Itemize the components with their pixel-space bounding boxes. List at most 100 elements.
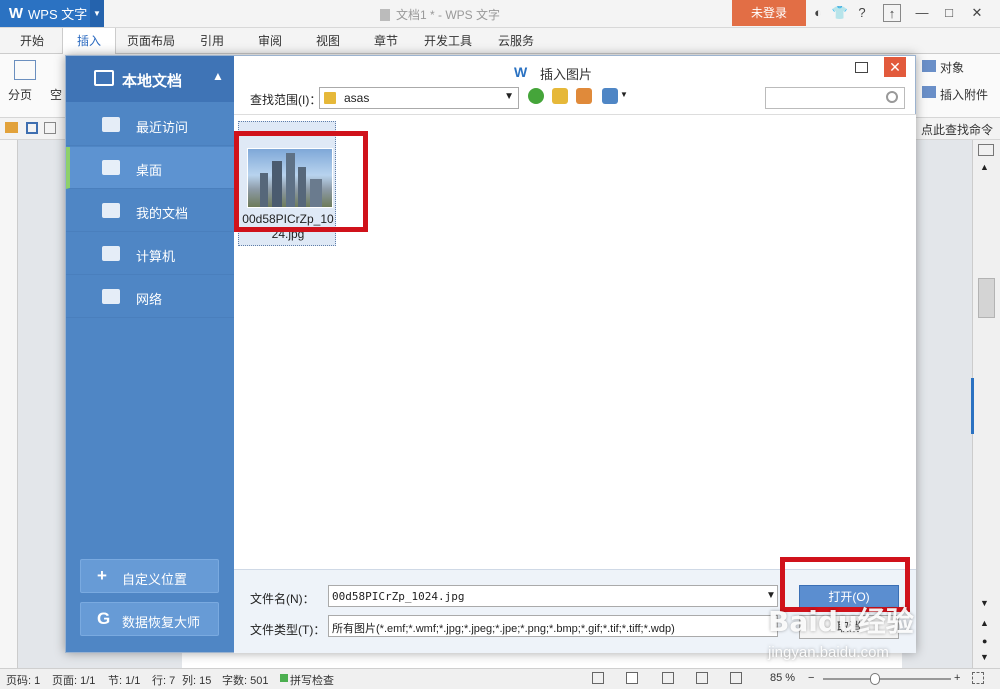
page-view-button[interactable] xyxy=(626,672,638,684)
network-icon xyxy=(102,289,120,304)
status-row: 行: 7 xyxy=(152,675,176,687)
blank-page-button[interactable]: 空 xyxy=(50,86,62,103)
document-icon xyxy=(380,9,390,21)
app-menu-button[interactable]: W WPS 文字 ▼ xyxy=(0,0,104,27)
page-view-icon[interactable] xyxy=(978,144,994,156)
app-name: WPS 文字 xyxy=(28,7,88,22)
dialog-sidebar: 本地文档 ▲ 最近访问 桌面 我的文档 计算机 网络 + 自定义位置 G 数据恢… xyxy=(66,56,234,652)
chevron-down-icon[interactable]: ▼ xyxy=(620,90,628,99)
reading-view-button[interactable] xyxy=(730,672,742,684)
sidebar-item-network[interactable]: 网络 xyxy=(66,276,234,318)
zoom-in-icon[interactable]: + xyxy=(954,672,960,684)
collapse-icon[interactable]: ▲ xyxy=(212,69,224,83)
scroll-thumb[interactable] xyxy=(978,278,995,318)
attachment-icon xyxy=(922,86,936,98)
search-input[interactable] xyxy=(765,87,905,109)
recovery-icon: G xyxy=(97,609,111,628)
filetype-label: 文件类型(T)： xyxy=(250,623,326,637)
sidebar-item-label: 计算机 xyxy=(136,249,176,264)
page-break-icon[interactable] xyxy=(14,60,36,80)
data-recovery-button[interactable]: G 数据恢复大师 xyxy=(80,602,219,636)
dialog-maximize-icon[interactable] xyxy=(855,62,868,73)
sidebar-item-computer[interactable]: 计算机 xyxy=(66,233,234,275)
object-button[interactable]: 对象 xyxy=(940,59,964,76)
page-break-button[interactable]: 分页 xyxy=(8,86,32,103)
zoom-out-icon[interactable]: − xyxy=(808,672,814,684)
status-word-count[interactable]: 字数: 501 xyxy=(222,672,268,688)
local-documents-header[interactable]: 本地文档 ▲ xyxy=(66,56,234,102)
zoom-slider-handle[interactable] xyxy=(870,673,880,685)
tab-references[interactable]: 引用 xyxy=(190,28,234,54)
minimize-icon[interactable]: — xyxy=(913,4,931,22)
tab-cloud-services[interactable]: 云服务 xyxy=(488,28,544,54)
recent-icon xyxy=(102,117,120,132)
view-menu-icon[interactable] xyxy=(602,88,618,104)
desktop-icon xyxy=(102,160,120,175)
shirt-icon[interactable]: 👕 xyxy=(830,4,850,22)
computer-icon xyxy=(102,246,120,261)
vertical-scrollbar[interactable]: ▲ ▼ ▲ ● ▼ xyxy=(971,140,1000,668)
sidebar-item-label: 我的文档 xyxy=(136,206,189,221)
login-button[interactable]: 未登录 xyxy=(732,0,806,26)
document-title: 文档1 * - WPS 文字 xyxy=(380,6,500,23)
tab-insert[interactable]: 插入 xyxy=(62,28,116,54)
tab-home[interactable]: 开始 xyxy=(10,28,54,54)
local-documents-label: 本地文档 xyxy=(122,73,183,90)
spellcheck-icon xyxy=(280,674,288,682)
fullscreen-icon[interactable] xyxy=(592,672,604,684)
fit-page-icon[interactable] xyxy=(972,672,984,684)
sidebar-item-recent[interactable]: 最近访问 xyxy=(66,104,234,146)
sidebar-item-label: 网络 xyxy=(136,292,163,307)
baidu-watermark: Baidu经验 jingyan.baidu.com xyxy=(768,600,988,670)
sidebar-item-my-documents[interactable]: 我的文档 xyxy=(66,190,234,232)
title-bar: W WPS 文字 ▼ 文档1 * - WPS 文字 未登录 ◐ 👕 ? ↑ — … xyxy=(0,0,1000,28)
outline-view-button[interactable] xyxy=(662,672,674,684)
spellcheck-toggle[interactable]: 拼写检查 xyxy=(290,672,334,688)
back-icon[interactable] xyxy=(528,88,544,104)
watermark-logo: Baidu经验 xyxy=(768,605,914,638)
sidebar-item-desktop[interactable]: 桌面 xyxy=(66,147,234,189)
insert-attachment-button[interactable]: 插入附件 xyxy=(940,86,988,103)
tab-view[interactable]: 视图 xyxy=(306,28,350,54)
print-icon[interactable] xyxy=(44,122,56,134)
status-page-code: 页码: 1 xyxy=(6,675,41,687)
upload-icon[interactable]: ↑ xyxy=(883,4,901,22)
help-icon[interactable]: ? xyxy=(853,4,871,22)
highlight-box-file xyxy=(234,131,368,232)
zoom-slider[interactable] xyxy=(823,678,951,680)
scroll-position-marker xyxy=(971,378,974,434)
tab-page-layout[interactable]: 页面布局 xyxy=(122,28,180,54)
custom-location-button[interactable]: + 自定义位置 xyxy=(80,559,219,593)
filename-label: 文件名(N)： xyxy=(250,592,315,606)
dialog-title: 插入图片 xyxy=(540,67,593,82)
scroll-up-icon[interactable]: ▲ xyxy=(980,162,989,172)
look-in-select[interactable]: asas ▼ xyxy=(319,87,519,109)
status-pages: 页面: 1/1 xyxy=(52,675,96,687)
skin-icon[interactable]: ◐ xyxy=(810,4,826,22)
filename-input[interactable]: 00d58PICrZp_1024.jpg xyxy=(328,585,778,607)
maximize-icon[interactable]: □ xyxy=(940,4,958,22)
filetype-select[interactable]: 所有图片(*.emf;*.wmf;*.jpg;*.jpeg;*.jpe;*.pn… xyxy=(328,615,778,637)
zoom-level[interactable]: 85 % xyxy=(770,672,795,684)
tab-review[interactable]: 审阅 xyxy=(248,28,292,54)
dialog-close-icon[interactable]: ✕ xyxy=(884,57,906,77)
search-icon[interactable] xyxy=(886,91,898,103)
monitor-icon xyxy=(94,70,114,86)
look-in-value: asas xyxy=(344,91,370,105)
wps-logo-icon: W xyxy=(8,4,24,22)
new-folder-icon[interactable] xyxy=(576,88,592,104)
look-in-label: 查找范围(I)： xyxy=(250,93,322,107)
sidebar-item-label: 最近访问 xyxy=(136,120,189,135)
chevron-down-icon[interactable]: ▼ xyxy=(504,91,514,102)
close-icon[interactable]: ✕ xyxy=(968,4,986,22)
open-folder-icon[interactable] xyxy=(5,122,18,133)
up-folder-icon[interactable] xyxy=(552,88,568,104)
tab-developer[interactable]: 开发工具 xyxy=(418,28,478,54)
status-section: 节: 1/1 xyxy=(108,675,141,687)
tab-chapter[interactable]: 章节 xyxy=(364,28,408,54)
save-icon[interactable] xyxy=(26,122,38,134)
chevron-down-icon[interactable]: ▼ xyxy=(90,0,104,27)
web-view-button[interactable] xyxy=(696,672,708,684)
vertical-ruler xyxy=(0,140,18,668)
command-search[interactable]: 点此查找命令 xyxy=(921,121,993,138)
